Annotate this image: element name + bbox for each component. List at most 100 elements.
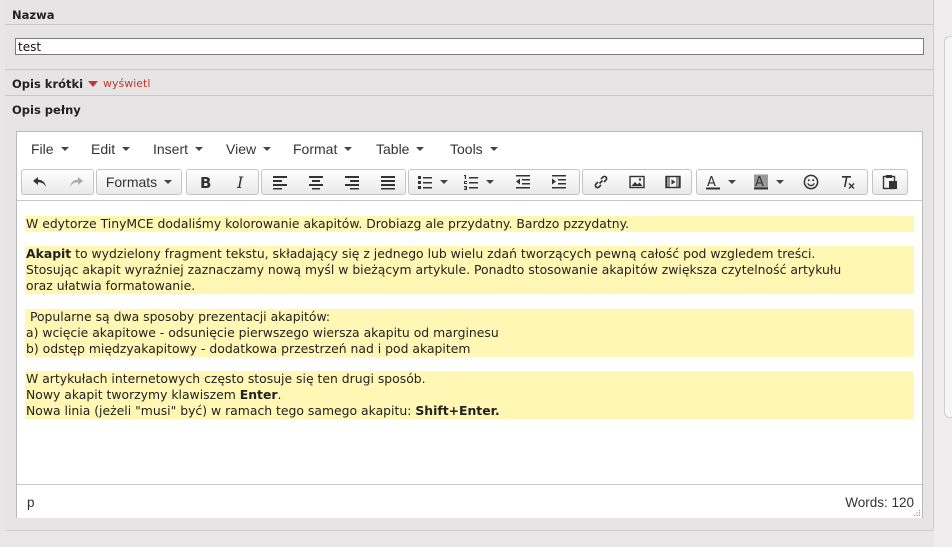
redo-icon — [70, 177, 83, 187]
media-icon — [665, 175, 681, 189]
editor-toolbar: Formats B I A A — [17, 166, 922, 201]
emoticons-icon — [803, 174, 819, 190]
paragraph-4-line-1: W artykułach internetowych często stosuj… — [26, 371, 426, 386]
menu-format[interactable]: Format — [293, 141, 353, 157]
menu-insert-label: Insert — [153, 141, 189, 157]
menu-table[interactable]: Table — [376, 141, 425, 157]
undo-button[interactable] — [22, 170, 58, 194]
divider — [5, 530, 933, 531]
paragraph-4-line-3: Nowa linia (jeżeli "musi" być) w ramach … — [26, 403, 912, 419]
menu-edit[interactable]: Edit — [91, 141, 131, 157]
term-akapit: Akapit — [26, 246, 72, 261]
align-center-icon — [309, 176, 323, 190]
paragraph-1: W edytorze TinyMCE dodaliśmy kolorowanie… — [25, 216, 914, 232]
show-short-description-toggle[interactable]: wyświetl — [88, 77, 150, 90]
menu-view[interactable]: View — [226, 141, 272, 157]
alignment-group — [261, 169, 406, 195]
bold-icon: B — [200, 174, 211, 190]
redo-button[interactable] — [58, 170, 94, 194]
paragraph-2-line-1-text: to wydzielony fragment tekstu, składając… — [71, 246, 816, 261]
image-button[interactable] — [619, 170, 655, 194]
outdent-button[interactable] — [505, 170, 541, 194]
align-left-button[interactable] — [262, 170, 298, 194]
editor-statusbar: p Words: 120 — [17, 484, 922, 518]
menu-insert[interactable]: Insert — [153, 141, 204, 157]
formats-button[interactable]: Formats — [97, 170, 181, 194]
editor-content[interactable]: W edytorze TinyMCE dodaliśmy kolorowanie… — [17, 201, 922, 484]
paragraph-4-line-2: Nowy akapit tworzymy klawiszem Enter. — [26, 387, 912, 403]
triangle-down-icon — [88, 80, 98, 87]
name-label: Nazwa — [12, 8, 55, 22]
media-button[interactable] — [655, 170, 691, 194]
outdent-icon — [516, 175, 530, 189]
italic-button[interactable]: I — [223, 170, 259, 194]
align-right-icon — [345, 176, 359, 190]
indent-button[interactable] — [541, 170, 577, 194]
menu-format-label: Format — [293, 141, 338, 157]
paragraph-3-line-3: b) odstęp międzyakapitowy - dodatkowa pr… — [26, 341, 471, 356]
text-style-group: B I — [186, 169, 259, 195]
paragraph-2: Akapit to wydzielony fragment tekstu, sk… — [25, 246, 914, 294]
caret-down-icon — [195, 147, 204, 151]
list-group — [408, 169, 580, 195]
align-right-button[interactable] — [334, 170, 370, 194]
short-description-label: Opis krótki — [12, 77, 84, 91]
paragraph-4-line-2-text: Nowy akapit tworzymy klawiszem — [26, 387, 240, 402]
align-left-icon — [273, 176, 287, 190]
background-color-button[interactable]: A — [745, 170, 791, 194]
caret-down-icon — [164, 180, 173, 184]
word-count: Words: 120 — [845, 495, 914, 510]
caret-down-icon — [489, 147, 498, 151]
menu-view-label: View — [226, 141, 257, 157]
align-center-button[interactable] — [298, 170, 334, 194]
formats-dropdown[interactable]: Formats — [96, 169, 182, 195]
paragraph-1-text: W edytorze TinyMCE dodaliśmy kolorowanie… — [26, 216, 630, 231]
name-input[interactable] — [15, 38, 924, 55]
menu-edit-label: Edit — [91, 141, 116, 157]
bullet-list-icon — [417, 176, 432, 189]
paragraph-2-line-3: oraz ułatwia formatowanie. — [26, 278, 196, 293]
key-shift-enter: Shift+Enter. — [415, 403, 500, 418]
emoticons-button[interactable] — [793, 170, 829, 194]
resize-handle-icon[interactable] — [913, 509, 921, 517]
sidebar-scroll-thumb[interactable] — [944, 36, 952, 418]
color-group: A A — [696, 169, 868, 195]
rich-text-editor: File Edit Insert View Format Table Tools… — [16, 131, 923, 518]
formats-label: Formats — [105, 174, 158, 190]
caret-down-icon — [775, 180, 784, 184]
history-group — [21, 169, 94, 195]
paragraph-4-line-3-text: Nowa linia (jeżeli "musi" być) w ramach … — [26, 403, 416, 418]
divider — [5, 24, 933, 25]
menu-file-label: File — [31, 141, 54, 157]
svg-text:B: B — [200, 174, 211, 190]
element-path[interactable]: p — [27, 495, 35, 510]
paste-icon — [882, 175, 897, 190]
menu-tools[interactable]: Tools — [450, 141, 498, 157]
indent-icon — [552, 175, 566, 189]
editor-menubar: File Edit Insert View Format Table Tools — [17, 132, 922, 167]
italic-icon: I — [236, 174, 244, 190]
menu-file[interactable]: File — [31, 141, 69, 157]
paragraph-3-line-1: Popularne są dwa sposoby prezentacji aka… — [26, 309, 331, 324]
full-description-label: Opis pełny — [12, 103, 81, 117]
clear-formatting-button[interactable] — [829, 170, 867, 194]
caret-down-icon — [122, 147, 131, 151]
bullet-list-button[interactable] — [409, 170, 455, 194]
image-icon — [629, 175, 645, 189]
link-button[interactable] — [583, 170, 619, 194]
bold-button[interactable]: B — [187, 170, 223, 194]
align-justify-button[interactable] — [370, 170, 406, 194]
undo-icon — [33, 177, 46, 187]
paragraph-2-line-2: Stosując akapit wyraźniej zaznaczamy now… — [26, 262, 842, 277]
paste-text-button[interactable] — [873, 170, 907, 194]
clear-formatting-icon — [842, 176, 855, 189]
divider — [5, 69, 933, 70]
text-color-button[interactable]: A — [697, 170, 743, 194]
svg-text:I: I — [236, 174, 244, 190]
insert-group — [582, 169, 692, 195]
numbered-list-button[interactable] — [455, 170, 501, 194]
align-justify-icon — [381, 176, 395, 190]
divider — [5, 95, 933, 96]
paragraph-2-line-1: Akapit to wydzielony fragment tekstu, sk… — [26, 246, 912, 262]
right-sidebar-edge — [934, 0, 952, 547]
